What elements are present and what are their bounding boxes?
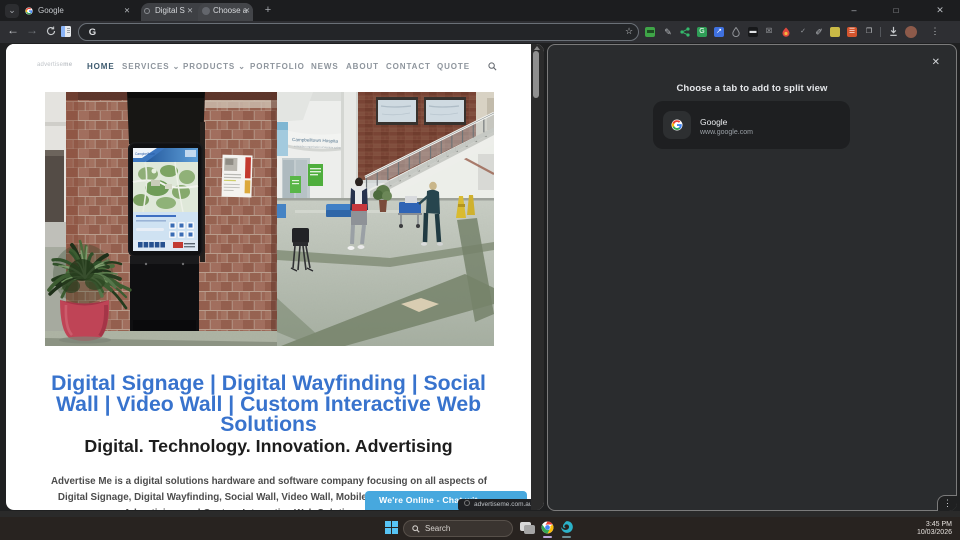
svg-text:Campbelltown: Campbelltown [135, 152, 155, 156]
